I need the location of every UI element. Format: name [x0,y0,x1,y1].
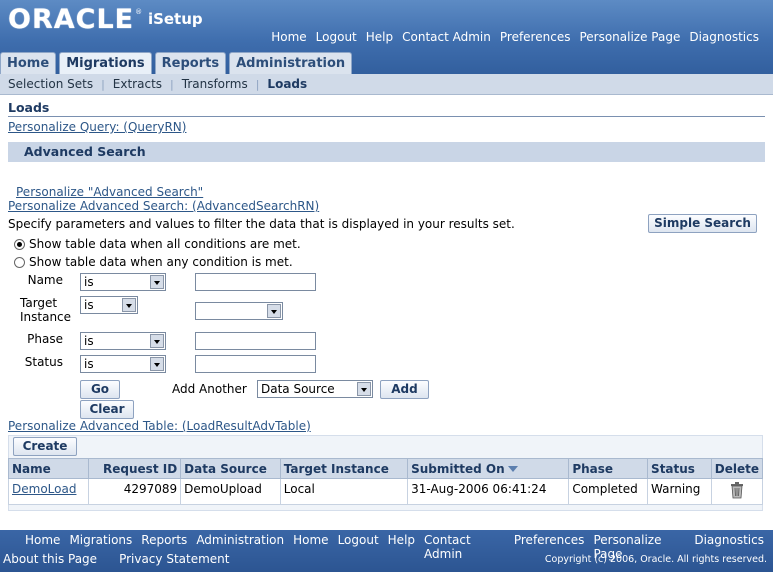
advanced-search-header: Advanced Search [8,142,765,162]
go-button[interactable]: Go [80,380,120,399]
chevron-down-icon [150,357,164,371]
footer-contact-admin-link[interactable]: Contact Admin [424,533,505,561]
global-diagnostics-link[interactable]: Diagnostics [689,30,759,44]
brand-name: ORACLE [8,4,135,35]
chevron-down-icon [122,298,136,312]
target-instance-value-select[interactable] [195,302,283,320]
chevron-down-icon [150,334,164,348]
subtab-extracts[interactable]: Extracts [105,77,170,91]
name-label: Name [27,273,63,287]
footer-logout-link[interactable]: Logout [338,533,379,561]
sub-tabs: Selection Sets | Extracts | Transforms |… [0,74,773,95]
col-header-submitted-on[interactable]: Submitted On [407,458,570,479]
results-table: Name Request ID Data Source Target Insta… [8,458,764,505]
trash-icon[interactable] [730,482,744,502]
target-instance-cell: Local [279,478,409,505]
tab-migrations[interactable]: Migrations [59,52,152,74]
name-value-input[interactable] [195,273,316,291]
clear-button[interactable]: Clear [80,400,134,419]
global-personalize-page-link[interactable]: Personalize Page [579,30,680,44]
radio-all-conditions-label: Show table data when all conditions are … [29,237,301,251]
subtab-selection-sets[interactable]: Selection Sets [0,77,101,91]
global-nav: Home Logout Help Contact Admin Preferenc… [262,30,759,44]
about-this-page-link[interactable]: About this Page [3,552,97,566]
phase-operator-select[interactable]: is [80,332,166,350]
footer-help-link[interactable]: Help [388,533,415,561]
simple-search-button[interactable]: Simple Search [648,214,757,233]
chevron-down-icon [267,304,281,318]
global-help-link[interactable]: Help [366,30,393,44]
phase-cell: Completed [568,478,649,505]
col-header-request-id[interactable]: Request ID [87,458,182,479]
request-id-cell: 4297089 [87,478,182,505]
name-operator-select[interactable]: is [80,273,166,291]
status-value-input[interactable] [195,355,316,373]
title-divider [8,116,765,117]
main-tabs: Home Migrations Reports Administration [0,52,355,74]
phase-value-input[interactable] [195,332,316,350]
submitted-on-cell: 31-Aug-2006 06:41:24 [407,478,570,505]
load-name-link[interactable]: DemoLoad [12,482,76,496]
chevron-down-icon [150,275,164,289]
target-instance-label: Target Instance [20,296,72,324]
tab-reports[interactable]: Reports [154,52,227,74]
tab-administration[interactable]: Administration [229,52,353,74]
oracle-logo: ORACLE® iSetup [8,4,203,35]
subtab-transforms[interactable]: Transforms [174,77,256,91]
radio-any-condition-row: Show table data when any condition is me… [14,255,293,269]
add-another-label: Add Another [172,382,247,396]
personalize-query-link[interactable]: Personalize Query: (QueryRN) [8,120,186,134]
radio-any-condition-label: Show table data when any condition is me… [29,255,293,269]
status-cell: Warning [647,478,712,505]
global-logout-link[interactable]: Logout [316,30,357,44]
sort-descending-icon [507,466,518,472]
phase-label: Phase [27,332,63,346]
footer-home-link-2[interactable]: Home [293,533,328,561]
add-button[interactable]: Add [380,380,429,399]
page-footer: Home Migrations Reports Administration H… [0,530,773,572]
radio-all-conditions-row: Show table data when all conditions are … [14,237,301,251]
col-header-status[interactable]: Status [647,458,712,479]
table-header-row: Name Request ID Data Source Target Insta… [8,458,764,479]
create-button[interactable]: Create [13,437,77,456]
col-header-delete: Delete [710,458,764,479]
col-header-data-source[interactable]: Data Source [180,458,281,479]
subtab-loads[interactable]: Loads [259,77,315,91]
privacy-statement-link[interactable]: Privacy Statement [119,552,229,566]
global-contact-admin-link[interactable]: Contact Admin [402,30,491,44]
chevron-down-icon [357,382,371,396]
target-instance-operator-select[interactable]: is [80,296,138,314]
col-header-name[interactable]: Name [8,458,89,479]
personalize-advanced-search-link[interactable]: Personalize "Advanced Search" [16,185,203,199]
col-header-target-instance[interactable]: Target Instance [279,458,409,479]
personalize-advanced-table-link[interactable]: Personalize Advanced Table: (LoadResultA… [8,419,311,433]
tab-home[interactable]: Home [0,52,57,74]
table-row: DemoLoad 4297089 DemoUpload Local 31-Aug… [8,478,764,505]
page-title: Loads [8,100,50,115]
global-preferences-link[interactable]: Preferences [500,30,571,44]
personalize-advanced-search-region-link[interactable]: Personalize Advanced Search: (AdvancedSe… [8,199,319,213]
add-another-select[interactable]: Data Source [257,380,373,398]
radio-all-conditions[interactable] [14,238,25,250]
col-header-phase[interactable]: Phase [568,458,649,479]
app-name: iSetup [147,10,203,28]
search-instruction: Specify parameters and values to filter … [8,217,515,231]
status-operator-select[interactable]: is [80,355,166,373]
radio-any-condition[interactable] [14,256,25,268]
status-label: Status [24,355,63,369]
global-home-link[interactable]: Home [271,30,306,44]
footer-bottom-links: About this Page Privacy Statement [3,552,251,566]
copyright-text: Copyright (c) 2006, Oracle. All rights r… [544,554,767,565]
data-source-cell: DemoUpload [180,478,281,505]
